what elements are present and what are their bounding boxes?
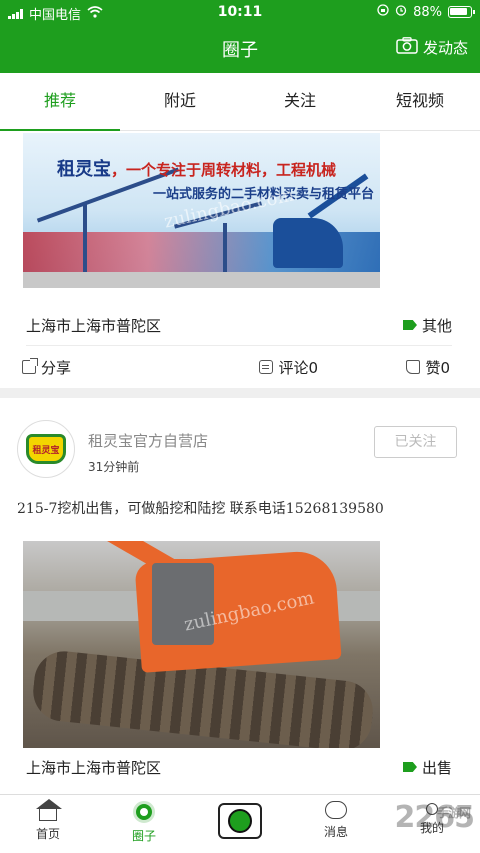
shop-logo: 租灵宝 [26,434,66,464]
post-meta-row: 上海市上海市普陀区 出售 [26,749,452,785]
post-status-label: 发动态 [422,39,468,57]
nav-messages[interactable]: 消息 [288,795,384,853]
top-bar: 中国电信 10:11 88% 圈子 发动态 [0,0,480,73]
nav-home[interactable]: 首页 [0,795,96,853]
post-image[interactable]: zulingbao.com [23,541,380,748]
share-button[interactable]: 分享 [22,357,71,378]
camera-icon [218,803,262,839]
tab-following[interactable]: 关注 [240,73,360,130]
message-icon [325,801,347,819]
comment-button[interactable]: 评论0 [259,357,318,378]
post-location: 上海市上海市普陀区 [26,758,162,777]
tab-nearby[interactable]: 附近 [120,73,240,130]
status-bar: 中国电信 10:11 88% [0,0,480,26]
post-time: 31分钟前 [88,460,140,474]
tab-short-video[interactable]: 短视频 [360,73,480,130]
camera-icon [396,37,418,58]
post-tag[interactable]: 出售 [402,757,452,778]
battery-icon [448,6,475,18]
tab-bar: 推荐 附近 关注 短视频 [0,73,480,131]
home-icon [36,799,62,821]
post-tag[interactable]: 其他 [402,315,452,336]
alarm-icon [395,4,407,20]
banner-headline: 租灵宝，一个专注于周转材料，工程机械 [57,159,337,180]
shop-name[interactable]: 租灵宝官方自营店 [88,430,208,451]
post-card: 租灵宝 租灵宝官方自营店 31分钟前 已关注 215-7挖机出售，可做船挖和陆挖… [0,398,480,794]
post-actions: 分享 评论0 赞0 [22,351,450,383]
site-watermark: 2265 手游网 [394,800,475,835]
rotation-lock-icon [377,4,389,20]
tag-icon [402,762,417,772]
nav-camera[interactable] [192,795,288,853]
post-meta-row: 上海市上海市普陀区 其他 [26,307,452,343]
post-status-button[interactable]: 发动态 [396,37,468,58]
avatar[interactable]: 租灵宝 [17,420,75,478]
post-text: 215-7挖机出售，可做船挖和陆挖 联系电话15268139580 [17,501,384,517]
circle-icon [133,801,155,823]
thumbs-up-icon [406,360,421,374]
like-button[interactable]: 赞0 [406,357,450,378]
comment-icon [259,360,274,374]
post-card: 租灵宝，一个专注于周转材料，工程机械 一站式服务的二手材料买卖与租赁平台 zul… [0,131,480,388]
post-location: 上海市上海市普陀区 [26,316,162,335]
battery-percent: 88% [413,4,442,20]
tag-icon [402,320,417,330]
share-icon [22,358,38,374]
tab-recommend[interactable]: 推荐 [0,73,120,131]
followed-button[interactable]: 已关注 [374,426,457,458]
nav-circle[interactable]: 圈子 [96,795,192,853]
divider [26,345,452,346]
post-image-banner[interactable]: 租灵宝，一个专注于周转材料，工程机械 一站式服务的二手材料买卖与租赁平台 zul… [23,133,380,288]
